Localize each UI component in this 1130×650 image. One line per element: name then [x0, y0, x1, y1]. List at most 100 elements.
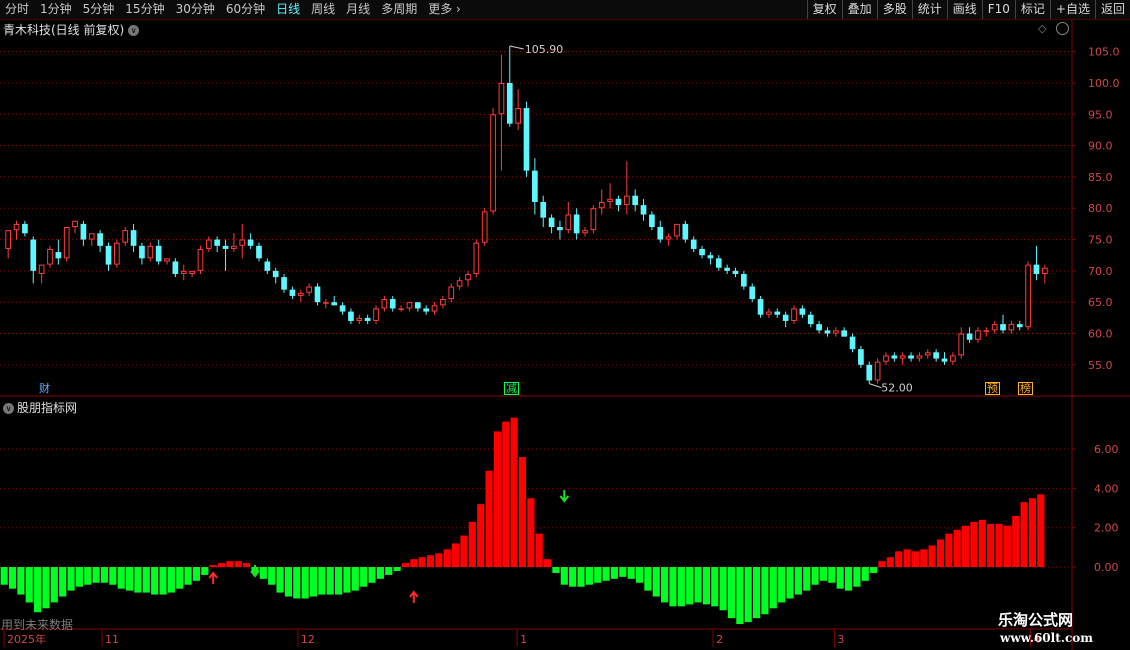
indicator-tick-label: 4.00 — [1094, 482, 1119, 495]
histogram-bar — [1003, 525, 1011, 568]
chevron-down-icon[interactable]: ∨ — [3, 403, 14, 414]
candle-body — [97, 233, 103, 246]
candle-body — [114, 242, 120, 265]
histogram-bar — [393, 567, 401, 571]
marker-finance[interactable]: 财 — [38, 382, 51, 395]
histogram-bar — [686, 567, 694, 605]
histogram-bar — [895, 551, 903, 568]
histogram-bar — [477, 504, 485, 568]
histogram-bar — [243, 563, 251, 568]
histogram-bar — [962, 525, 970, 568]
histogram-bar — [836, 567, 844, 589]
histogram-bar — [34, 567, 42, 613]
histogram-bar — [978, 519, 986, 568]
candle-body — [314, 286, 321, 303]
histogram-bar — [661, 567, 669, 603]
candle-body — [205, 239, 212, 249]
histogram-bar — [117, 567, 125, 589]
stock-chart[interactable]: 55.0 60.0 65.0 70.0 75.0 80.0 85.0 90.0 95.0 100.… — [0, 0, 1130, 650]
histogram-bar — [602, 567, 610, 581]
histogram-bar — [17, 567, 25, 595]
candle-body — [807, 314, 814, 325]
candle-body — [80, 223, 87, 240]
candle-body — [540, 201, 547, 218]
candle-body — [155, 245, 162, 262]
candle-body — [331, 302, 338, 306]
histogram-bar — [778, 567, 786, 603]
candle-body — [849, 336, 856, 350]
candle-body — [88, 233, 95, 240]
candle-body — [197, 248, 204, 271]
histogram-bar — [995, 523, 1003, 568]
candle-body — [891, 355, 898, 359]
indicator-histogram — [0, 417, 1045, 625]
price-axis: 55.0 60.0 65.0 70.0 75.0 80.0 85.0 90.0 95.0 100.… — [1072, 46, 1120, 574]
histogram-bar — [485, 470, 493, 568]
price-tick-label: 65.0 — [1088, 296, 1113, 309]
candle-body — [214, 239, 221, 246]
candle-body — [306, 286, 312, 293]
date-axis: 2025年 11 12 1 2 3 4 — [3, 629, 1040, 647]
candle-body — [147, 245, 154, 259]
histogram-bar — [151, 567, 159, 595]
histogram-bar — [544, 559, 552, 568]
indicator-tick-label: 2.00 — [1094, 522, 1119, 535]
candle-body — [766, 311, 772, 315]
histogram-bar — [594, 567, 602, 583]
candle-body — [782, 314, 789, 321]
candle-body — [297, 292, 304, 296]
candle-body — [557, 227, 563, 231]
histogram-bar — [794, 567, 802, 595]
date-tick-label: 3 — [837, 633, 844, 646]
candle-body — [858, 349, 864, 365]
candle-body — [991, 324, 998, 331]
marker-reduce[interactable]: 减 — [504, 382, 519, 395]
candle-body — [481, 211, 488, 243]
candle-body — [180, 270, 187, 274]
marker-forecast[interactable]: 预 — [985, 382, 1000, 395]
histogram-bar — [493, 431, 501, 568]
histogram-bar — [167, 567, 175, 593]
histogram-bar — [50, 567, 58, 603]
candle-body — [941, 358, 948, 362]
circle-icon[interactable] — [1056, 22, 1069, 35]
future-data-note: 用到未来数据 — [1, 618, 74, 632]
histogram-bar — [134, 567, 142, 593]
candle-body — [866, 364, 873, 381]
histogram-bar — [786, 567, 794, 599]
candle-body — [950, 355, 956, 362]
candle-body — [490, 114, 496, 212]
candle-body — [623, 195, 630, 206]
indicator-title[interactable]: ∨ 股朋指标网 — [3, 399, 77, 416]
price-tick-label: 60.0 — [1088, 328, 1113, 341]
histogram-bar — [920, 549, 928, 568]
histogram-bar — [1020, 502, 1028, 568]
diamond-icon[interactable]: ◇ — [1038, 22, 1046, 35]
candle-body — [30, 239, 37, 271]
candle-body — [573, 214, 580, 234]
candle-body — [607, 198, 613, 202]
candle-body — [389, 299, 396, 309]
histogram-bar — [753, 567, 761, 619]
histogram-bar — [335, 567, 343, 595]
candle-body — [724, 267, 730, 271]
candle-body — [933, 352, 939, 359]
candle-body — [649, 214, 655, 228]
histogram-bar — [318, 567, 326, 595]
candle-body — [582, 230, 588, 234]
histogram-bar — [142, 567, 150, 593]
histogram-bar — [410, 559, 418, 568]
marker-ranking[interactable]: 榜 — [1018, 382, 1033, 395]
histogram-bar — [585, 567, 593, 585]
candle-body — [414, 302, 421, 309]
chart-title[interactable]: 青木科技(日线 前复权) ∨ — [3, 21, 140, 38]
price-tick-label: 70.0 — [1088, 265, 1113, 278]
candle-body — [565, 214, 572, 231]
candle-body — [682, 223, 689, 240]
chevron-down-icon[interactable]: ∨ — [128, 25, 140, 36]
histogram-bar — [0, 567, 8, 585]
candle-body — [515, 108, 521, 124]
candle-body — [456, 280, 463, 287]
candle-body — [665, 236, 672, 240]
candle-body — [448, 286, 455, 300]
